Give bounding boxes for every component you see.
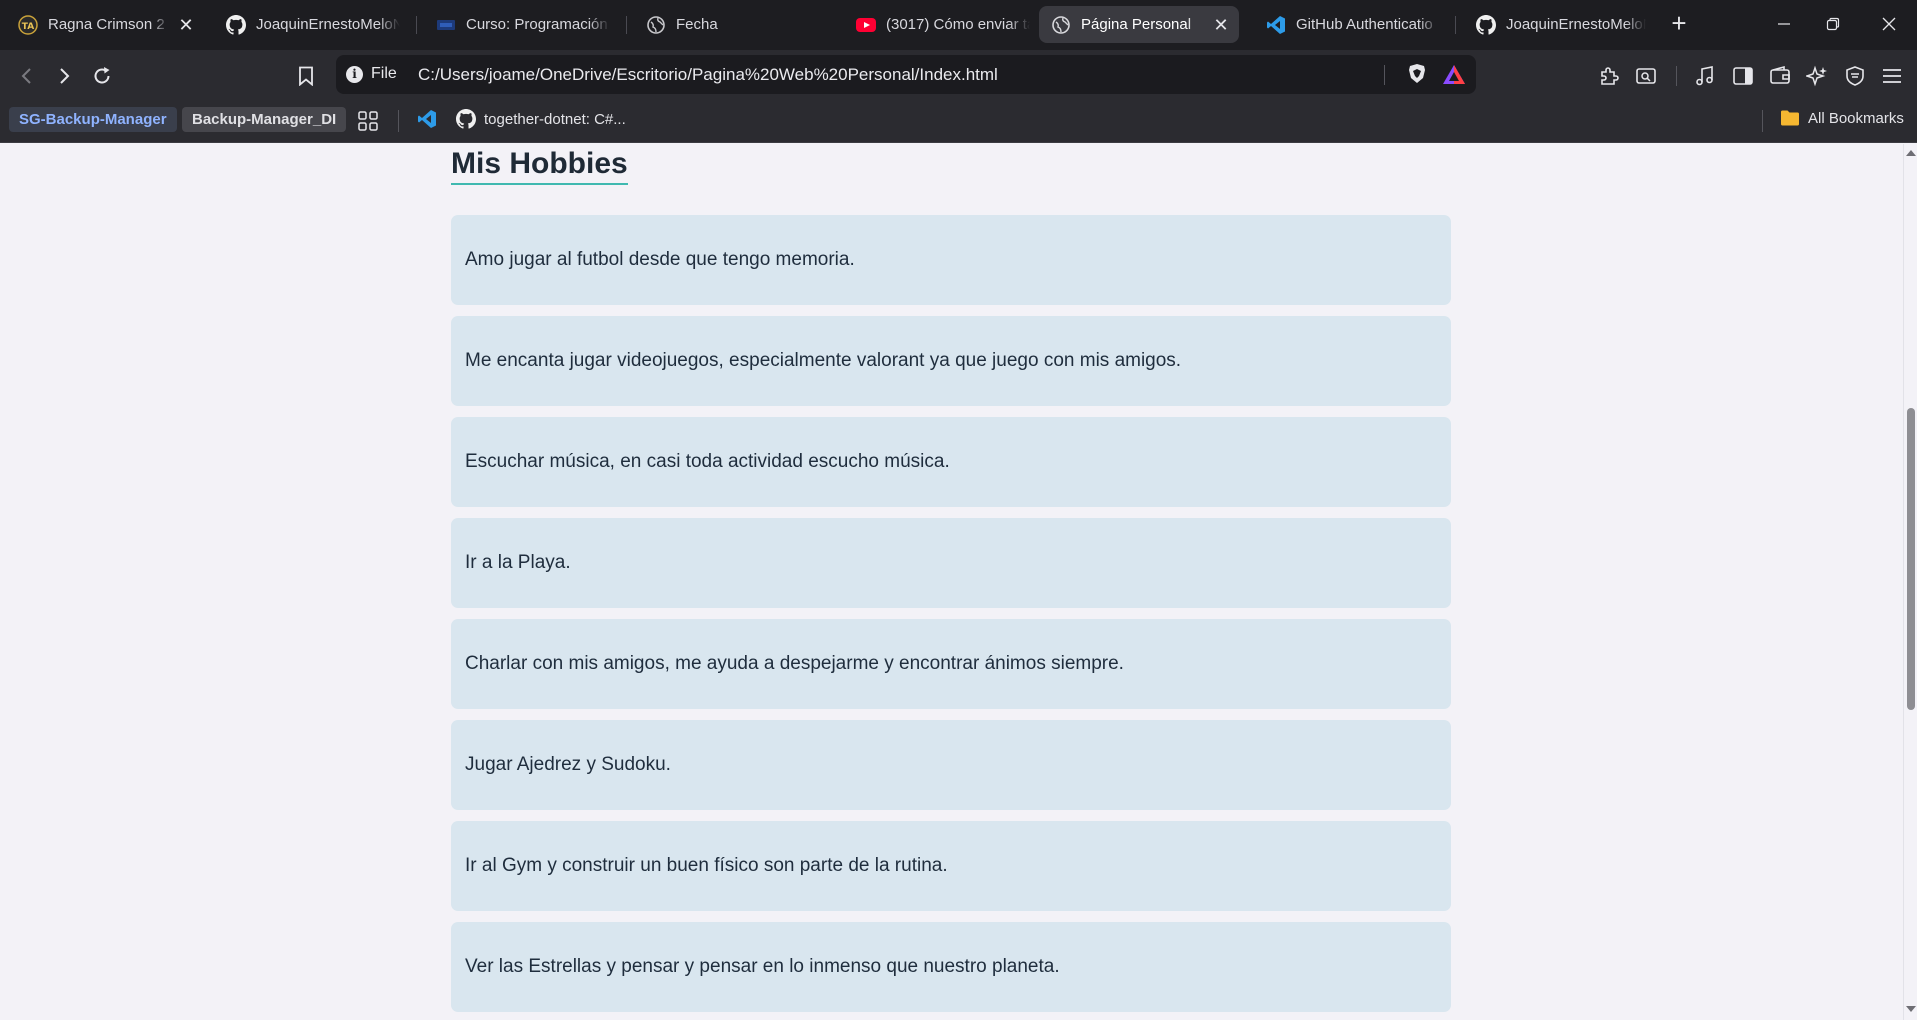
close-icon bbox=[1882, 17, 1896, 31]
tab-pagina-personal[interactable]: Página Personal ✕ bbox=[1039, 6, 1239, 43]
github-icon bbox=[456, 109, 476, 129]
sidebar-icon[interactable] bbox=[1731, 64, 1755, 88]
restore-button[interactable] bbox=[1805, 0, 1861, 48]
address-bar[interactable]: i File C:/Users/joame/OneDrive/Escritori… bbox=[336, 55, 1476, 94]
tab-title: JoaquinErnestoMeloN bbox=[1506, 16, 1646, 33]
tab-title: GitHub Authenticatio bbox=[1296, 16, 1433, 33]
vpn-shield-icon[interactable] bbox=[1843, 64, 1867, 88]
bookmark-sg-backup-manager[interactable]: SG-Backup-Manager bbox=[9, 107, 177, 132]
bookmark-backup-manager-di[interactable]: Backup-Manager_DI bbox=[182, 107, 347, 132]
hobby-card: Escuchar música, en casi toda actividad … bbox=[451, 417, 1451, 507]
tab-github-1[interactable]: JoaquinErnestoMeloN bbox=[214, 6, 410, 43]
reload-button[interactable] bbox=[87, 61, 117, 91]
svg-text:TA: TA bbox=[22, 22, 34, 32]
media-icon[interactable] bbox=[1693, 64, 1717, 88]
globe-icon bbox=[1051, 15, 1071, 35]
tab-title: Curso: Programación V bbox=[466, 16, 610, 33]
forward-button[interactable] bbox=[49, 61, 79, 91]
apps-grid-icon[interactable] bbox=[357, 110, 379, 132]
bookmark-vscode[interactable] bbox=[417, 109, 437, 133]
hobby-card: Ir a la Playa. bbox=[451, 518, 1451, 608]
youtube-icon bbox=[856, 15, 876, 35]
vertical-scrollbar[interactable] bbox=[1903, 144, 1917, 1020]
all-bookmarks-button[interactable]: All Bookmarks bbox=[1780, 109, 1904, 127]
hobby-card: Me encanta jugar videojuegos, especialme… bbox=[451, 316, 1451, 406]
back-arrow-icon bbox=[21, 68, 31, 84]
close-icon[interactable]: ✕ bbox=[178, 16, 194, 34]
tab-github-auth[interactable]: GitHub Authenticatio bbox=[1254, 6, 1450, 43]
bookmarks-bar: SG-Backup-Manager Backup-Manager_DI toge… bbox=[0, 100, 1917, 143]
url-text[interactable]: C:/Users/joame/OneDrive/Escritorio/Pagin… bbox=[418, 65, 998, 85]
all-bookmarks-label: All Bookmarks bbox=[1808, 109, 1904, 127]
back-button[interactable] bbox=[12, 61, 42, 91]
page-viewport: Mis Hobbies Amo jugar al futbol desde qu… bbox=[0, 144, 1903, 1020]
hobby-card: Ver las Estrellas y pensar y pensar en l… bbox=[451, 922, 1451, 1012]
section-title: Mis Hobbies bbox=[451, 147, 628, 185]
site-info-button[interactable]: i File bbox=[346, 65, 397, 83]
reload-icon bbox=[94, 67, 110, 84]
tab-title: JoaquinErnestoMeloN bbox=[256, 16, 400, 33]
restore-icon bbox=[1826, 17, 1840, 31]
github-icon bbox=[226, 14, 246, 35]
github-icon bbox=[1476, 14, 1496, 35]
hobby-card: Ir al Gym y construir un buen físico son… bbox=[451, 821, 1451, 911]
url-scheme-label: File bbox=[371, 65, 397, 82]
bookmark-button[interactable] bbox=[291, 61, 321, 91]
toolbar: i File C:/Users/joame/OneDrive/Escritori… bbox=[0, 50, 1917, 100]
tab-github-2[interactable]: JoaquinErnestoMeloN bbox=[1464, 6, 1656, 43]
hobby-card: Jugar Ajedrez y Sudoku. bbox=[451, 720, 1451, 810]
close-icon[interactable]: ✕ bbox=[1213, 16, 1229, 34]
tab-fecha[interactable]: Fecha bbox=[634, 6, 830, 43]
wallet-icon[interactable] bbox=[1768, 64, 1792, 88]
screenshot-search-icon[interactable] bbox=[1634, 64, 1658, 88]
forward-arrow-icon bbox=[60, 68, 70, 84]
folder-icon bbox=[1780, 109, 1800, 127]
scroll-down-arrow-icon[interactable] bbox=[1906, 1006, 1916, 1012]
menu-icon[interactable] bbox=[1880, 64, 1904, 88]
tab-youtube[interactable]: (3017) Cómo enviar ta bbox=[844, 6, 1040, 43]
extensions-icon[interactable] bbox=[1597, 64, 1621, 88]
course-icon bbox=[436, 15, 456, 35]
tab-title: Página Personal bbox=[1081, 16, 1192, 33]
brave-rewards-icon[interactable] bbox=[1442, 64, 1466, 86]
tab-title: Fecha bbox=[676, 16, 718, 33]
vscode-icon bbox=[1266, 15, 1286, 35]
leo-ai-icon[interactable] bbox=[1805, 64, 1829, 88]
brave-shields-icon[interactable] bbox=[1406, 63, 1428, 85]
new-tab-button[interactable]: + bbox=[1665, 10, 1693, 38]
hobby-card: Charlar con mis amigos, me ayuda a despe… bbox=[451, 619, 1451, 709]
tab-title: (3017) Cómo enviar ta bbox=[886, 16, 1030, 33]
bookmark-icon bbox=[299, 66, 313, 86]
info-icon: i bbox=[346, 65, 363, 83]
minimize-button[interactable] bbox=[1756, 0, 1812, 48]
vscode-icon bbox=[417, 109, 437, 133]
tab-ragna-crimson[interactable]: TA Ragna Crimson 2 ✕ bbox=[6, 6, 204, 43]
scroll-up-arrow-icon[interactable] bbox=[1906, 150, 1916, 156]
globe-icon bbox=[646, 15, 666, 35]
bookmark-label: together-dotnet: C#... bbox=[484, 110, 626, 128]
minimize-icon bbox=[1778, 23, 1790, 25]
hobby-card: Amo jugar al futbol desde que tengo memo… bbox=[451, 215, 1451, 305]
tab-strip: TA Ragna Crimson 2 ✕ JoaquinErnestoMeloN… bbox=[0, 0, 1917, 50]
tab-curso[interactable]: Curso: Programación V bbox=[424, 6, 620, 43]
ragna-crimson-icon: TA bbox=[18, 14, 38, 35]
close-window-button[interactable] bbox=[1861, 0, 1917, 48]
tab-title: Ragna Crimson 2 bbox=[48, 16, 165, 33]
bookmark-together-dotnet[interactable]: together-dotnet: C#... bbox=[456, 109, 626, 129]
scrollbar-thumb[interactable] bbox=[1907, 408, 1915, 710]
